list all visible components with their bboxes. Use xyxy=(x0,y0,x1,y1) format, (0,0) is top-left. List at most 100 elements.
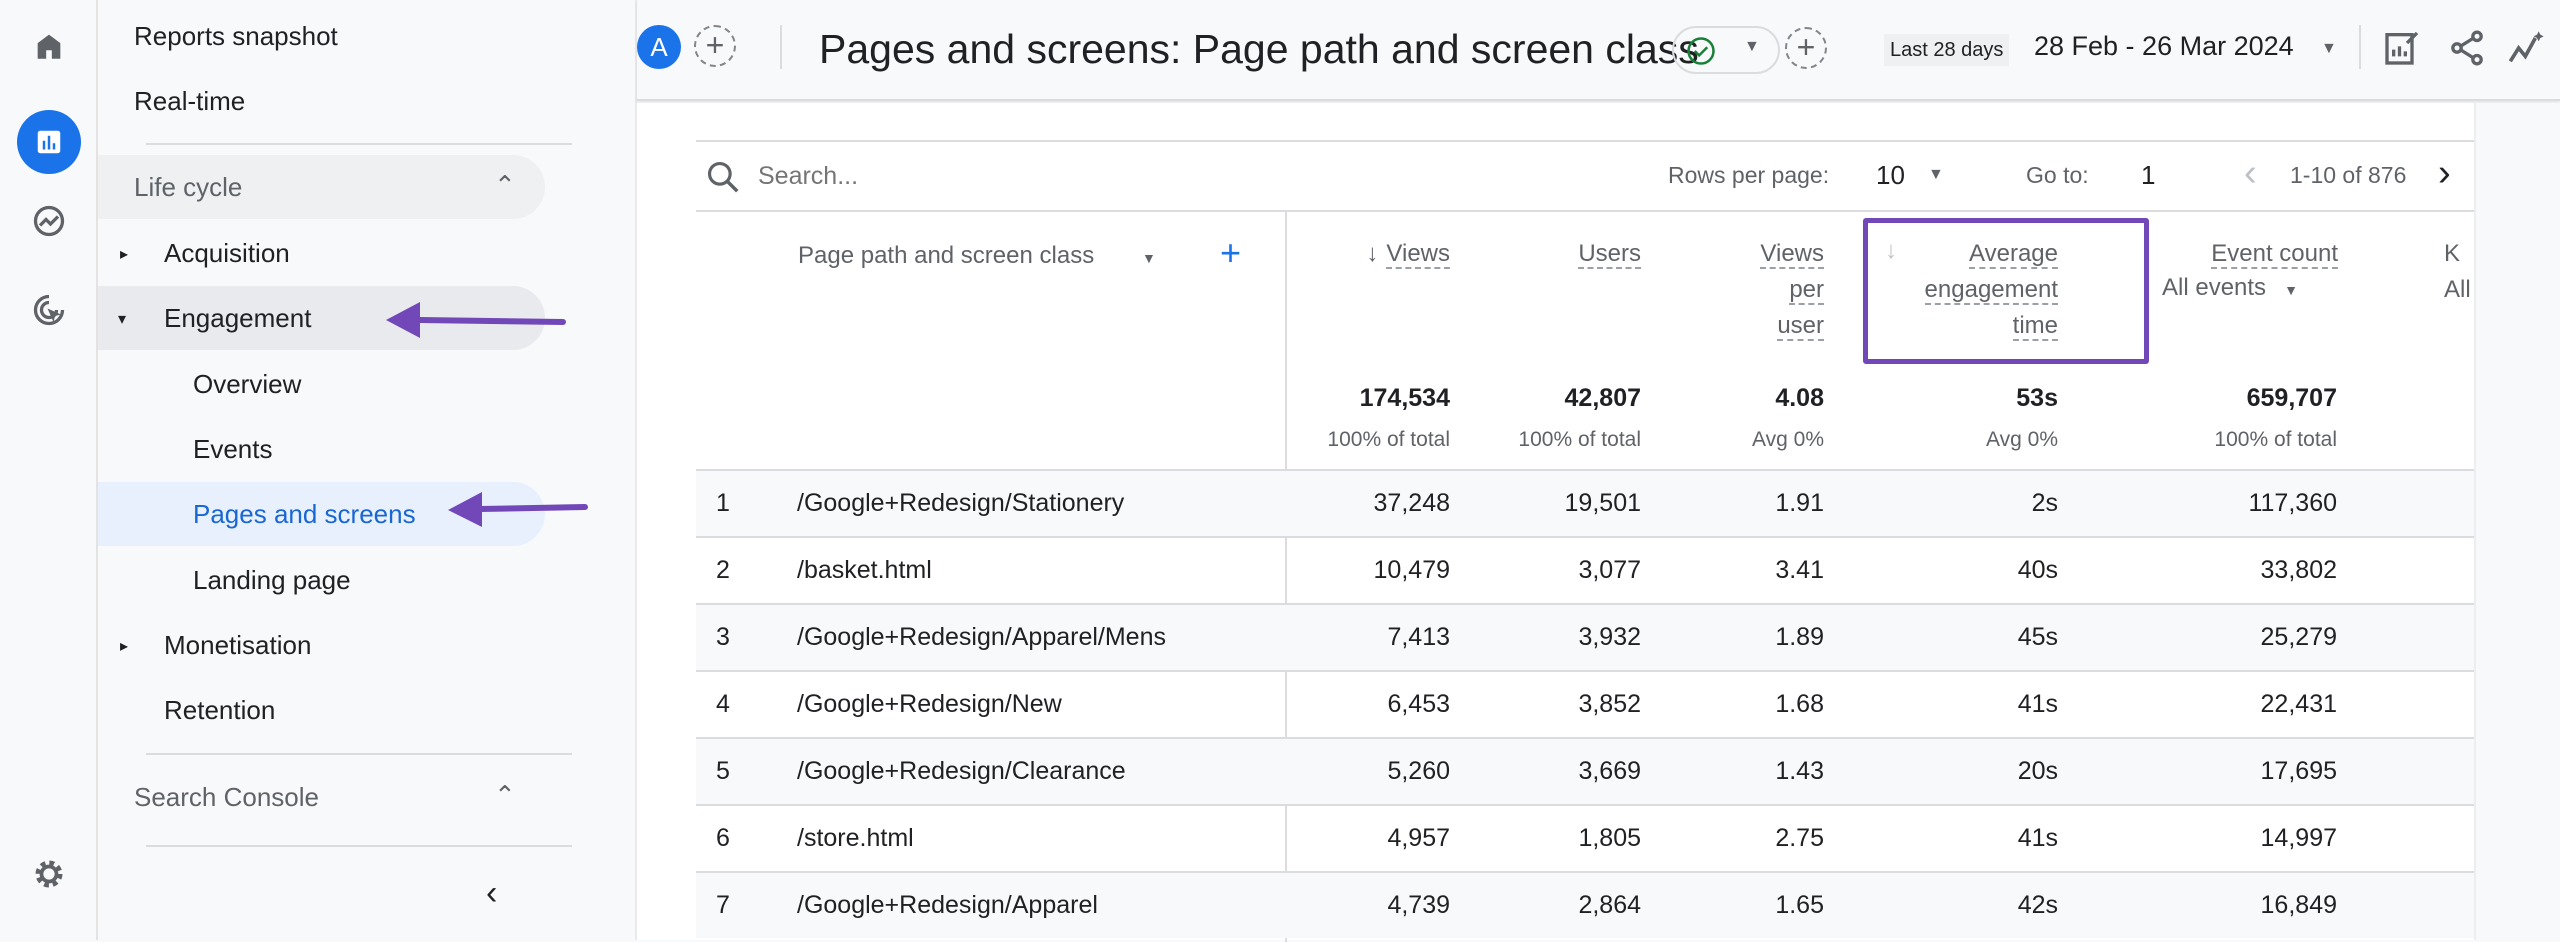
cell-path: /Google+Redesign/Apparel/Mens xyxy=(797,623,1166,651)
cell-i: 7 xyxy=(716,891,730,919)
table-row[interactable]: 5/Google+Redesign/Clearance 5,260 3,669 1.4… xyxy=(696,737,2474,804)
cell-users: 2,864 xyxy=(1578,891,1641,919)
date-range[interactable]: 28 Feb - 26 Mar 2024 xyxy=(2034,31,2294,62)
status-dropdown[interactable]: ▼ xyxy=(1672,26,1780,74)
cell-views: 4,739 xyxy=(1387,891,1450,919)
avatar[interactable]: A xyxy=(637,25,681,69)
add-comparison-icon[interactable]: + xyxy=(694,25,736,67)
add-dimension-icon[interactable]: + xyxy=(1220,232,1241,274)
table-row[interactable]: 2/basket.html 10,479 3,077 3.41 40s 33,802 xyxy=(696,536,2474,603)
total-events-sub: 100% of total xyxy=(2214,428,2337,451)
cell-events: 33,802 xyxy=(2260,556,2337,584)
cell-aet: 41s xyxy=(2017,824,2058,852)
cell-i: 6 xyxy=(716,824,730,852)
add-filter-icon[interactable]: + xyxy=(1785,27,1827,69)
total-aet-sub: Avg 0% xyxy=(1986,428,2058,451)
cell-events: 117,360 xyxy=(2248,489,2337,517)
cell-aet: 42s xyxy=(2017,891,2058,919)
caret-down-icon[interactable]: ▼ xyxy=(1928,166,1944,184)
share-icon[interactable] xyxy=(2447,28,2487,68)
cell-aet: 40s xyxy=(2017,556,2058,584)
cell-aet: 41s xyxy=(2017,690,2058,718)
date-caret-down-icon[interactable]: ▼ xyxy=(2321,40,2337,58)
cell-vpu: 1.65 xyxy=(1775,891,1824,919)
table-row[interactable]: 6/store.html 4,957 1,805 2.75 41s 14,997 xyxy=(696,804,2474,871)
cell-vpu: 2.75 xyxy=(1775,824,1824,852)
total-vpu-sub: Avg 0% xyxy=(1752,428,1824,451)
total-views: 174,534 xyxy=(1359,384,1450,412)
rows-per-page-label: Rows per page: xyxy=(1668,162,1830,188)
search-input[interactable] xyxy=(758,156,1358,196)
customize-report-icon[interactable] xyxy=(2382,28,2422,68)
goto-label: Go to: xyxy=(2026,162,2089,188)
partial-column-header[interactable]: K All xyxy=(2444,236,2474,308)
divider xyxy=(696,210,2474,212)
cell-views: 37,248 xyxy=(1373,489,1450,517)
scrollbar-track[interactable] xyxy=(2474,103,2560,940)
search-icon[interactable] xyxy=(704,158,742,196)
caret-down-icon: ▼ xyxy=(1744,38,1760,55)
cell-path: /store.html xyxy=(797,824,914,852)
cell-views: 5,260 xyxy=(1387,757,1450,785)
label: per xyxy=(1789,276,1824,305)
cell-events: 14,997 xyxy=(2260,824,2337,852)
rows-per-page-select[interactable]: 10 xyxy=(1876,160,1905,191)
table-row[interactable]: 3/Google+Redesign/Apparel/Mens 7,413 3,932… xyxy=(696,603,2474,670)
sort-down-arrow-icon: ↓ xyxy=(1366,240,1379,267)
pagination-label: 1-10 of 876 xyxy=(2290,162,2407,188)
cell-events: 22,431 xyxy=(2260,690,2337,718)
label: user xyxy=(1777,312,1824,341)
arrow-pages-and-screens xyxy=(448,492,588,527)
cell-users: 1,805 xyxy=(1578,824,1641,852)
views-per-user-column-header[interactable]: Views per user xyxy=(1706,236,1824,344)
label: Users xyxy=(1578,240,1641,269)
users-column-header[interactable]: Users xyxy=(1526,236,1641,272)
total-users-sub: 100% of total xyxy=(1518,428,1641,451)
cell-i: 1 xyxy=(716,489,730,517)
cell-events: 17,695 xyxy=(2260,757,2337,785)
total-aet: 53s xyxy=(2016,384,2058,412)
total-events: 659,707 xyxy=(2246,384,2337,412)
table-row[interactable]: 4/Google+Redesign/New 6,453 3,852 1.68 41s 22… xyxy=(696,670,2474,737)
report-header: A + Pages and screens: Page path and scr… xyxy=(637,0,2560,101)
dimension-column-header[interactable]: Page path and screen class xyxy=(798,242,1094,270)
cell-views: 10,479 xyxy=(1373,556,1450,584)
cell-vpu: 1.68 xyxy=(1775,690,1824,718)
cell-users: 3,932 xyxy=(1578,623,1641,651)
label: All xyxy=(2444,276,2471,303)
cell-i: 3 xyxy=(716,623,730,651)
next-page-icon[interactable]: › xyxy=(2438,152,2451,195)
cell-path: /Google+Redesign/Apparel xyxy=(797,891,1098,919)
event-filter-dropdown[interactable]: All events ▼ xyxy=(2162,274,2298,302)
cell-path: /basket.html xyxy=(797,556,932,584)
goto-input[interactable]: 1 xyxy=(2141,160,2171,191)
table-row[interactable]: 7/Google+Redesign/Apparel 4,739 2,864 1.65 4… xyxy=(696,871,2474,938)
event-count-column-header[interactable]: Event count xyxy=(2166,236,2338,272)
arrow-engagement xyxy=(386,302,566,338)
cell-aet: 2s xyxy=(2031,489,2058,517)
label: Event count xyxy=(2211,240,2338,269)
table-row[interactable]: 1/Google+Redesign/Stationery 37,248 19,501… xyxy=(696,469,2474,536)
label: All events xyxy=(2162,274,2267,301)
total-users: 42,807 xyxy=(1564,384,1641,412)
previous-page-icon[interactable]: ‹ xyxy=(2244,152,2257,195)
cell-vpu: 3.41 xyxy=(1775,556,1824,584)
cell-path: /Google+Redesign/Stationery xyxy=(797,489,1125,517)
views-column-header[interactable]: ↓ Views xyxy=(1336,236,1450,272)
cell-views: 4,957 xyxy=(1387,824,1450,852)
dimension-caret-down-icon[interactable]: ▼ xyxy=(1142,250,1156,266)
date-preset-label[interactable]: Last 28 days xyxy=(1884,34,2010,66)
cell-i: 2 xyxy=(716,556,730,584)
cell-views: 7,413 xyxy=(1387,623,1450,651)
page-title: Pages and screens: Page path and screen … xyxy=(819,26,1699,72)
cell-views: 6,453 xyxy=(1387,690,1450,718)
cell-users: 3,852 xyxy=(1578,690,1641,718)
divider xyxy=(780,25,782,69)
cell-vpu: 1.89 xyxy=(1775,623,1824,651)
insights-icon[interactable] xyxy=(2507,28,2547,68)
data-table: Rows per page: 10 ▼ Go to: 1 ‹ 1-10 of 8… xyxy=(696,140,2474,942)
total-vpu: 4.08 xyxy=(1775,384,1824,412)
label: Views xyxy=(1760,240,1824,269)
caret-down-icon: ▼ xyxy=(2284,282,2298,298)
cell-i: 5 xyxy=(716,757,730,785)
